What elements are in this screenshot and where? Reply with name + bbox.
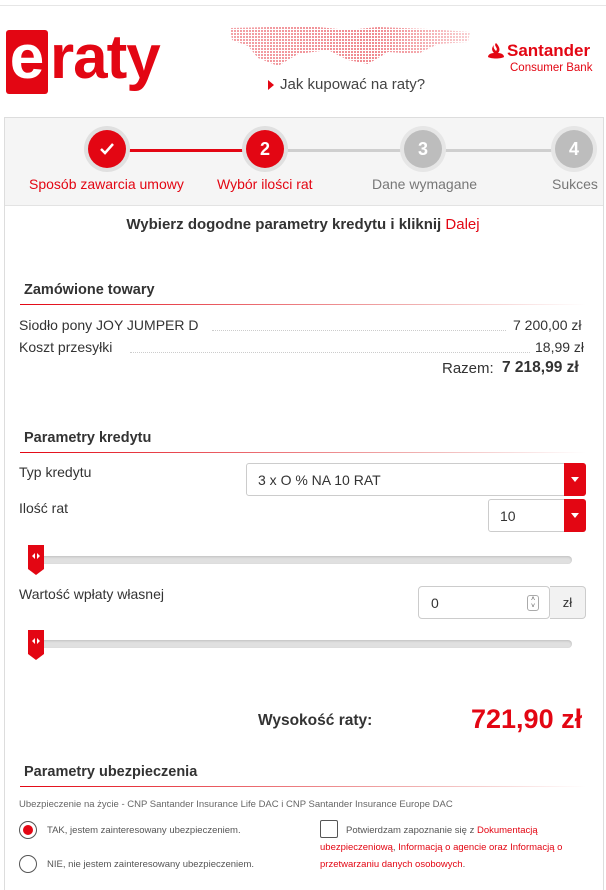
santander-subtitle: Consumer Bank xyxy=(510,62,593,74)
credit-type-dropdown-button[interactable] xyxy=(564,463,586,496)
chevron-down-icon xyxy=(571,513,579,518)
step-3-circle: 3 xyxy=(404,130,442,168)
down-payment-unit: zł xyxy=(550,586,586,619)
credit-type-select[interactable]: 3 x O % NA 10 RAT xyxy=(246,463,586,496)
insurance-section-rule xyxy=(20,786,586,787)
installments-count-dropdown-button[interactable] xyxy=(564,499,586,532)
order-item-price: 7 200,00 zł xyxy=(513,317,582,333)
triangle-right-icon xyxy=(268,79,274,90)
step-connector-1 xyxy=(107,149,267,152)
step-2-label: Wybór ilości rat xyxy=(217,176,313,192)
step-2-circle: 2 xyxy=(246,130,284,168)
insurance-note: Ubezpieczenie na życie - CNP Santander I… xyxy=(19,799,453,810)
step-1-circle xyxy=(88,130,126,168)
eraty-logo-text: raty xyxy=(50,23,161,92)
dotted-leader xyxy=(212,330,506,331)
order-total-label: Razem: xyxy=(442,360,494,377)
installments-count-value: 10 xyxy=(500,507,516,524)
shipping-name: Koszt przesyłki xyxy=(19,339,113,355)
instruction-next-link[interactable]: Dalej xyxy=(445,216,479,233)
chevron-down-icon xyxy=(571,477,579,482)
eraty-logo-e: e xyxy=(9,23,45,92)
santander-name: Santander xyxy=(507,41,591,60)
down-payment-slider-track[interactable] xyxy=(40,640,572,648)
world-map-graphic xyxy=(228,24,472,68)
credit-section-title: Parametry kredytu xyxy=(24,430,152,446)
order-total-value: 7 218,99 zł xyxy=(502,359,579,376)
credit-type-value: 3 x O % NA 10 RAT xyxy=(258,471,381,488)
spinner-arrows-icon[interactable]: ˄ ˅ xyxy=(527,595,539,611)
step-4-label: Sukces xyxy=(552,176,598,192)
installments-slider-track[interactable] xyxy=(40,556,572,564)
top-divider xyxy=(0,0,606,6)
shipping-price: 18,99 zł xyxy=(535,339,585,355)
down-payment-slider-handle[interactable] xyxy=(26,630,46,660)
insurance-no-radio[interactable] xyxy=(19,855,37,873)
insurance-confirm-text: Potwierdzam zapoznanie się z Dokumentacj… xyxy=(320,822,582,873)
step-3-label: Dane wymagane xyxy=(372,176,478,192)
progress-steps: 2 3 4 Sposób zawarcia umowy Wybór ilości… xyxy=(5,118,603,206)
insurance-yes-label: TAK, jestem zainteresowany ubezpieczenie… xyxy=(47,825,241,836)
installments-count-label: Ilość rat xyxy=(19,500,69,516)
down-payment-input[interactable]: 0 ˄ ˅ xyxy=(418,586,550,619)
order-section-title: Zamówione towary xyxy=(24,282,155,298)
santander-flame-icon xyxy=(488,43,504,59)
confirm-end: . xyxy=(462,859,466,870)
confirm-prefix: Potwierdzam zapoznanie się z xyxy=(346,825,475,836)
dotted-leader xyxy=(130,352,530,353)
order-section-rule xyxy=(20,304,586,305)
order-item-name: Siodło pony JOY JUMPER D xyxy=(19,317,199,333)
down-payment-label: Wartość wpłaty własnej xyxy=(19,586,164,602)
insurance-no-label: NIE, nie jestem zainteresowany ubezpiecz… xyxy=(47,859,254,870)
step-4-circle: 4 xyxy=(555,130,593,168)
instruction-text: Wybierz dogodne parametry kredytu i klik… xyxy=(0,216,606,233)
step-connector-3 xyxy=(423,149,573,152)
down-payment-value: 0 xyxy=(431,594,439,611)
credit-section-rule xyxy=(20,452,586,453)
step-connector-2 xyxy=(267,149,423,152)
checkmark-icon xyxy=(100,143,114,155)
how-to-buy-link[interactable]: Jak kupować na raty? xyxy=(268,76,425,93)
insurance-section-title: Parametry ubezpieczenia xyxy=(24,764,198,780)
how-to-buy-text: Jak kupować na raty? xyxy=(280,76,426,93)
confirm-separator: , xyxy=(392,842,396,853)
installment-label: Wysokość raty: xyxy=(258,712,373,729)
credit-type-label: Typ kredytu xyxy=(19,464,92,480)
instruction-main: Wybierz dogodne parametry kredytu i klik… xyxy=(126,216,442,233)
installments-slider-handle[interactable] xyxy=(26,545,46,575)
step-1-label: Sposób zawarcia umowy xyxy=(29,176,184,192)
insurance-yes-radio[interactable] xyxy=(19,821,37,839)
installment-value: 721,90 zł xyxy=(471,704,583,734)
